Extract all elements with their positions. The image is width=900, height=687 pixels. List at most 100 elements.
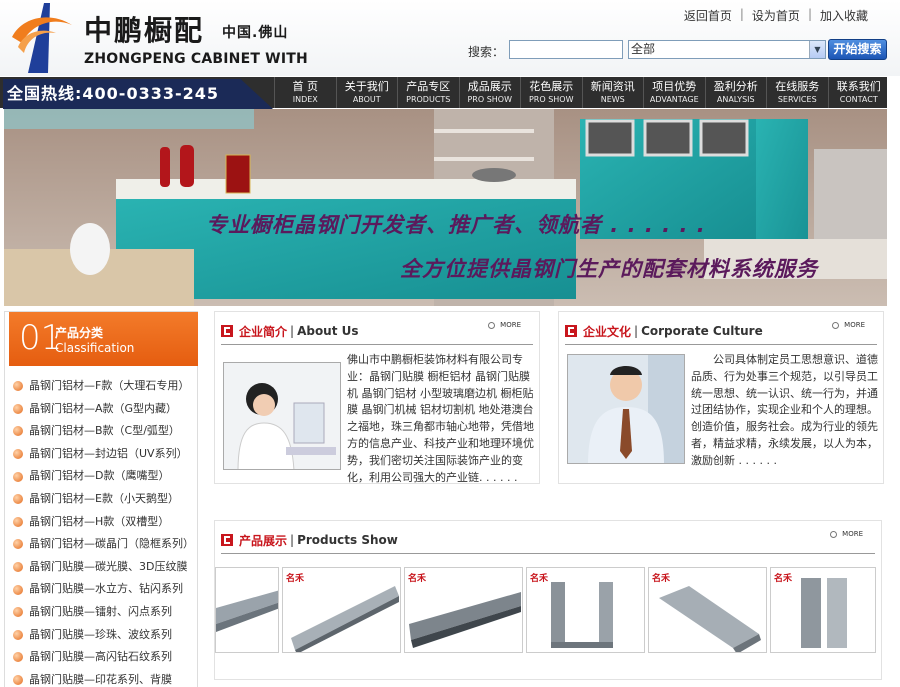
category-item[interactable]: 晶钢门铝材—F款（大理石专用） [11, 375, 197, 398]
category-item[interactable]: 晶钢门铝材—B款（C型/弧型） [11, 420, 197, 443]
category-item[interactable]: 晶钢门贴膜—高闪钻石纹系列 [11, 646, 197, 669]
nav-about[interactable]: 关于我们 ABOUT [335, 77, 398, 108]
product-thumb[interactable]: 名禾 [282, 567, 401, 653]
product-thumb[interactable] [215, 567, 279, 653]
panel-title-en: About Us [297, 324, 359, 338]
watermark-text: 名禾 [652, 574, 671, 584]
panel-title-en: Corporate Culture [641, 324, 763, 338]
category-label: 晶钢门贴膜—珍珠、波纹系列 [29, 627, 172, 641]
category-item[interactable]: 晶钢门铝材—A款（G型内藏） [11, 398, 197, 421]
search-button[interactable]: 开始搜索 [828, 39, 887, 60]
watermark-text: 名禾 [408, 574, 427, 584]
more-label: MORE [500, 321, 521, 329]
category-label: 晶钢门贴膜—印花系列、背膜 [29, 672, 172, 686]
product-thumb[interactable]: 名禾 [648, 567, 767, 653]
bullet-icon [13, 539, 23, 550]
bullet-icon [13, 403, 23, 414]
top-links: 返回首页 | 设为首页 | 加入收藏 [676, 7, 876, 24]
nav-pro-show[interactable]: 成品展示 PRO SHOW [458, 77, 521, 108]
set-homepage-link[interactable]: 设为首页 [744, 7, 808, 24]
bullet-icon [13, 584, 23, 595]
search-input[interactable] [509, 40, 623, 59]
category-label: 晶钢门贴膜—高闪钻石纹系列 [29, 650, 172, 664]
category-item[interactable]: 晶钢门贴膜—珍珠、波纹系列 [11, 624, 197, 647]
nav-label: 项目优势 [652, 79, 697, 93]
products-show-panel: 产品展示 | Products Show MORE 名禾 名禾 名禾 名禾 名禾 [214, 520, 882, 680]
panel-header: 企业文化 | Corporate Culture [565, 318, 877, 345]
panel-title-en: Products Show [297, 533, 398, 547]
category-item[interactable]: 晶钢门铝材—H款（双槽型） [11, 511, 197, 534]
watermark-text: 名禾 [774, 574, 793, 584]
nav-index[interactable]: 首 页 INDEX [274, 77, 336, 108]
category-label: 晶钢门铝材—D款（鹰嘴型） [29, 469, 170, 483]
category-label: 晶钢门铝材—E款（小天鹅型） [29, 491, 179, 505]
company-logo-icon[interactable] [10, 3, 76, 73]
product-thumb[interactable]: 名禾 [404, 567, 523, 653]
section-bullet-icon [565, 325, 577, 337]
more-link[interactable]: MORE [832, 321, 865, 329]
category-label: 晶钢门铝材—碳晶门（隐框系列） [29, 537, 194, 551]
nav-label: 花色展示 [529, 79, 574, 93]
category-label: 晶钢门贴膜—水立方、钻闪系列 [29, 582, 183, 596]
nav-sublabel: PRO SHOW [467, 94, 513, 104]
category-item[interactable]: 晶钢门贴膜—印花系列、背膜 [11, 669, 197, 687]
panel-title-cn: 产品展示 [239, 533, 288, 548]
home-link[interactable]: 返回首页 [676, 7, 740, 24]
banner-slogan-1: 专业橱柜晶钢门开发者、推广者、领航者 . . . . . . [206, 213, 706, 237]
category-item[interactable]: 晶钢门铝材—D款（鹰嘴型） [11, 465, 197, 488]
product-thumb[interactable]: 名禾 [526, 567, 645, 653]
nav-advantage[interactable]: 项目优势 ADVANTAGE [643, 77, 705, 108]
category-label: 晶钢门铝材—F款（大理石专用） [29, 379, 190, 392]
bullet-icon [13, 629, 23, 640]
culture-text: 公司具体制定员工思想意识、道德品质、行为处事三个规范，以引导员工统一思想、统一认… [691, 353, 878, 467]
nav-label: 关于我们 [344, 79, 389, 93]
brand-name-en: ZHONGPENG CABINET WITH [84, 51, 308, 67]
bullet-icon [13, 449, 23, 460]
nav-label: 产品专区 [406, 79, 451, 93]
category-item[interactable]: 晶钢门铝材—封边铝（UV系列） [11, 443, 197, 466]
category-item[interactable]: 晶钢门铝材—碳晶门（隐框系列） [11, 533, 197, 556]
more-label: MORE [842, 530, 863, 538]
nav-label: 新闻资讯 [590, 79, 635, 93]
divider: | [290, 324, 295, 338]
site-header: 中鹏橱配 中国.佛山 ZHONGPENG CABINET WITH 返回首页 |… [0, 0, 900, 76]
category-item[interactable]: 晶钢门铝材—E款（小天鹅型） [11, 488, 197, 511]
nav-contact[interactable]: 联系我们 CONTACT [827, 77, 890, 108]
more-link[interactable]: MORE [830, 530, 863, 538]
bullet-icon [13, 675, 23, 686]
add-favorite-link[interactable]: 加入收藏 [812, 7, 876, 24]
more-label: MORE [844, 321, 865, 329]
chevron-down-icon[interactable]: ▼ [809, 41, 825, 58]
businessman-photo [567, 354, 685, 464]
divider: | [634, 324, 639, 338]
category-label: 晶钢门铝材—B款（C型/弧型） [29, 424, 180, 438]
nav-products[interactable]: 产品专区 PRODUCTS [397, 77, 459, 108]
nav-analysis[interactable]: 盈利分析 ANALYSIS [704, 77, 767, 108]
nav-sublabel: ADVANTAGE [649, 94, 699, 104]
category-item[interactable]: 晶钢门贴膜—碳光膜、3D压纹膜 [11, 556, 197, 579]
nav-sublabel: INDEX [292, 94, 318, 104]
search-category-select[interactable]: 全部 ▼ [628, 40, 826, 59]
hero-banner: 专业橱柜晶钢门开发者、推广者、领航者 . . . . . . 全方位提供晶钢门生… [4, 109, 887, 306]
nav-sublabel: CONTACT [839, 94, 878, 104]
nav-sublabel: PRODUCTS [406, 94, 451, 104]
nav-services[interactable]: 在线服务 SERVICES [766, 77, 828, 108]
brand-watermark: 名禾 [286, 571, 304, 584]
nav-label: 联系我们 [836, 79, 881, 93]
brand-watermark: 名禾 [408, 571, 426, 584]
nav-news[interactable]: 新闻资讯 NEWS [581, 77, 644, 108]
call-center-photo [223, 362, 341, 470]
bullet-icon [13, 426, 23, 437]
about-text: 佛山市中鹏橱柜装饰材料有限公司专业：晶钢门贴膜 橱柜铝材 晶钢门贴膜机 晶钢门铝… [347, 353, 534, 484]
category-item[interactable]: 晶钢门贴膜—镭射、闪点系列 [11, 601, 197, 624]
panel-header: 产品展示 | Products Show [221, 527, 875, 554]
more-link[interactable]: MORE [488, 321, 521, 329]
product-thumb[interactable]: 名禾 [770, 567, 876, 653]
category-item[interactable]: 晶钢门贴膜—水立方、钻闪系列 [11, 578, 197, 601]
nav-sublabel: SERVICES [777, 94, 817, 104]
brand-watermark: 名禾 [652, 571, 670, 584]
bullet-icon [13, 381, 23, 392]
nav-color-show[interactable]: 花色展示 PRO SHOW [520, 77, 582, 108]
panel-title-cn: 企业文化 [583, 324, 632, 339]
sidebar-title-cn: 产品分类 [55, 326, 104, 340]
